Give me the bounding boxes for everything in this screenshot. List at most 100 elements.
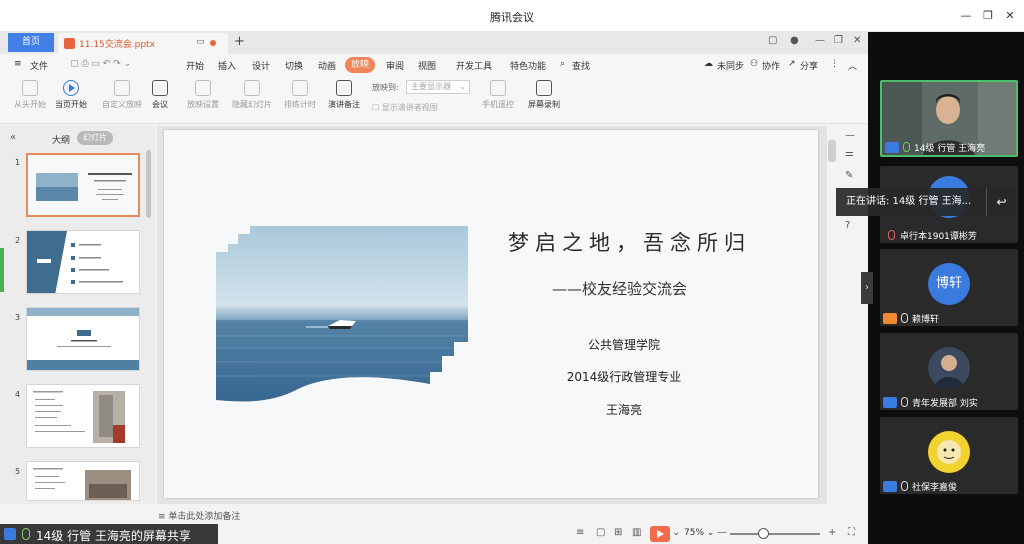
avatar-icon[interactable]: ● (790, 35, 799, 46)
screen-record-button[interactable]: 屏幕录制 (526, 80, 562, 110)
sync-status[interactable]: 未同步 (717, 59, 744, 72)
slide-major: 2014级行政管理专业 (566, 370, 682, 384)
fit-window-icon[interactable]: ⛶ (848, 527, 855, 538)
collapse-ribbon-icon[interactable]: ︿ (848, 59, 857, 72)
rehearse-button[interactable]: 排练计时 (280, 80, 320, 110)
participant-tile[interactable]: 博轩 赖博轩 (880, 249, 1018, 326)
menu-review[interactable]: 审阅 (386, 59, 404, 72)
cloud-icon[interactable]: ☁ (704, 59, 713, 69)
quick-access-icons[interactable]: ▢ ⎙ ▭ ↶ ↷ ⌄ (70, 59, 131, 69)
mic-muted-icon (901, 397, 908, 407)
zoom-slider[interactable] (730, 533, 820, 535)
sorter-view-icon[interactable]: ⊞ (614, 527, 622, 538)
tab-home[interactable]: 首页 (8, 33, 54, 52)
play-options-icon[interactable]: ⌄ (672, 527, 680, 538)
participant-avatar (928, 431, 970, 473)
slide-thumbnail-1[interactable] (26, 153, 140, 217)
custom-show-button[interactable]: 自定义放映 (100, 80, 144, 110)
wps-restore-icon[interactable]: ❐ (834, 35, 843, 46)
restore-icon[interactable]: ❐ (980, 8, 996, 24)
tab-document[interactable]: 11.15交流会.pptx ▭ (58, 33, 228, 54)
normal-view-icon[interactable]: ▢ (596, 527, 605, 538)
zoom-level[interactable]: 75% ⌄ (684, 528, 714, 538)
slide-thumbnail-5[interactable] (26, 461, 140, 501)
new-tab-icon[interactable]: + (234, 34, 245, 49)
participant-avatar (928, 347, 970, 389)
monitor-select[interactable]: 主要显示器 ⌄ (406, 80, 470, 94)
tab-outline[interactable]: 大纲 (52, 133, 70, 146)
slide-thumbnail-2[interactable] (26, 230, 140, 294)
from-current-button[interactable]: 当页开始 (53, 80, 89, 110)
presenter-view-checkbox[interactable]: ☐ 显示演讲者视图 (372, 102, 438, 113)
menu-transition[interactable]: 切换 (285, 59, 303, 72)
collab-icon[interactable]: ⚇ (750, 59, 758, 69)
show-settings-button[interactable]: 放映设置 (184, 80, 222, 110)
participant-tile[interactable]: 社保李嘉俊 (880, 417, 1018, 494)
menu-start[interactable]: 开始 (186, 59, 204, 72)
menu-hamburger-icon[interactable]: ≡ (14, 59, 22, 69)
zoom-out-icon[interactable]: — (717, 527, 727, 538)
collapse-panel-icon[interactable]: « (10, 132, 16, 143)
more-options-icon[interactable]: ⋮ (830, 59, 839, 69)
menu-developer[interactable]: 开发工具 (456, 59, 492, 72)
notes-toggle-icon[interactable]: ≡ (576, 527, 584, 538)
menu-features[interactable]: 特色功能 (510, 59, 546, 72)
menu-design[interactable]: 设计 (252, 59, 270, 72)
thumbnail-2-preview (27, 231, 139, 293)
close-icon[interactable]: ✕ (1002, 8, 1018, 24)
help-icon[interactable]: ? (845, 220, 850, 231)
tab-slides[interactable]: 幻灯片 (77, 131, 113, 145)
reading-view-icon[interactable]: ▥ (632, 527, 641, 538)
meeting-button[interactable]: 会议 (148, 80, 172, 110)
participant-tile[interactable]: 青年发展部 刘实 (880, 333, 1018, 410)
menu-insert[interactable]: 插入 (218, 59, 236, 72)
presenter-notes-button[interactable]: 演讲备注 (326, 80, 362, 110)
hide-slide-button[interactable]: 隐藏幻灯片 (230, 80, 274, 110)
participant-name-bar: 卓行本1901谭彬芳 (880, 227, 1018, 243)
participant-avatar: 博轩 (928, 263, 970, 305)
thumbnail-5-preview (27, 462, 139, 500)
monitor-icon (22, 80, 38, 96)
zoom-in-icon[interactable]: + (828, 527, 836, 538)
remote-button[interactable]: 手机遥控 (480, 80, 516, 110)
wps-close-icon[interactable]: ✕ (853, 35, 861, 46)
thumbnail-3-preview (27, 308, 139, 370)
zoom-slider-knob[interactable] (758, 528, 769, 539)
pin-icon[interactable]: ✎ (845, 170, 853, 181)
collab-button[interactable]: 协作 (762, 59, 780, 72)
participant-name-bar: 赖博轩 (880, 310, 1018, 326)
canvas-scrollbar[interactable] (828, 140, 836, 162)
search-label[interactable]: 查找 (572, 59, 590, 72)
user-icon (883, 481, 897, 492)
menu-slideshow[interactable]: 放映 (345, 57, 375, 73)
left-edge-handle[interactable] (0, 248, 4, 292)
return-icon[interactable]: ↩ (986, 188, 1016, 216)
slide-thumbnail-4[interactable] (26, 384, 140, 448)
properties-icon[interactable]: ⚌ (845, 148, 854, 159)
current-slide[interactable]: 梦启之地，吾念所归 ——校友经验交流会 公共管理学院 2014级行政管理专业 王… (164, 130, 818, 498)
search-icon[interactable]: ⌕ (560, 59, 565, 69)
participant-tile[interactable]: 14级 行管 王海亮 (880, 80, 1018, 157)
panel-scrollbar[interactable] (146, 150, 151, 218)
mic-muted-icon (901, 313, 908, 323)
participant-name-bar: 14级 行管 王海亮 (882, 139, 1016, 155)
notes-placeholder[interactable]: ≡ 单击此处添加备注 (158, 509, 240, 522)
menu-file[interactable]: 文件 (30, 59, 48, 72)
play-slideshow-button[interactable] (650, 526, 670, 542)
user-icon (885, 142, 899, 153)
menu-animation[interactable]: 动画 (318, 59, 336, 72)
share-icon[interactable]: ↗ (788, 59, 796, 69)
participants-page-arrow[interactable]: › (861, 272, 873, 304)
play-icon (63, 80, 79, 96)
minimize-icon[interactable]: — (958, 8, 974, 24)
thumbnail-4-preview (27, 385, 139, 447)
user-icon (883, 397, 897, 408)
slide-thumbnail-3[interactable] (26, 307, 140, 371)
wps-minimize-icon[interactable]: — (815, 35, 825, 46)
slide-number: 2 (15, 236, 21, 245)
minimize-panel-icon[interactable]: — (845, 130, 855, 141)
tab-count-icon[interactable]: ▢ (768, 35, 777, 46)
menu-view[interactable]: 视图 (418, 59, 436, 72)
from-start-button[interactable]: 从头开始 (13, 80, 47, 110)
share-button[interactable]: 分享 (800, 59, 818, 72)
